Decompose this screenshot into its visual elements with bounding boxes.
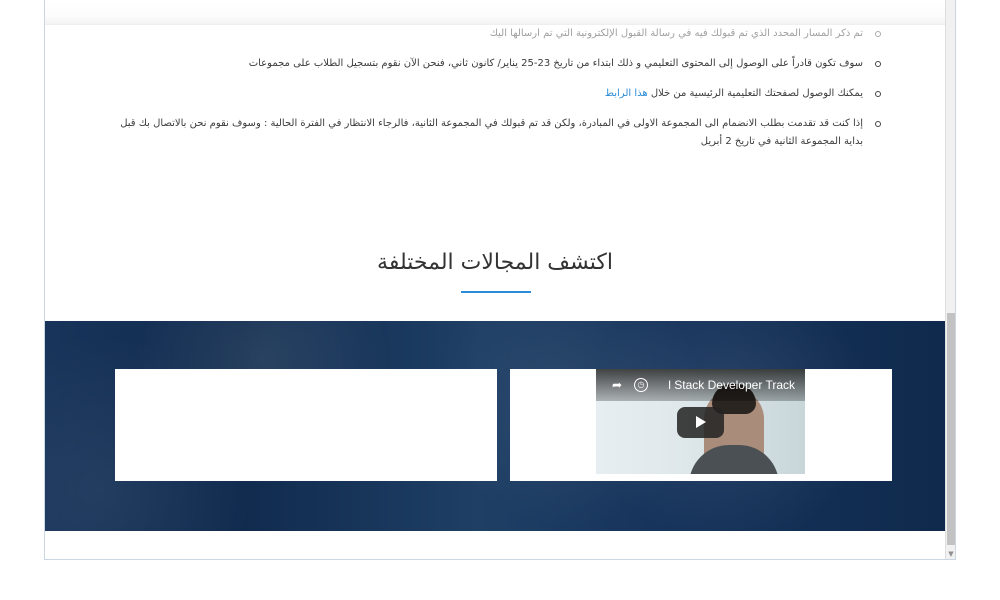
scrollbar[interactable]: ▼ xyxy=(945,0,955,559)
play-button[interactable] xyxy=(677,407,724,438)
circle-bullet-icon xyxy=(875,121,881,127)
featured-band: ➦ ◷ l Stack Developer Track xyxy=(45,321,947,531)
list-item: إذا كنت قد تقدمت بطلب الانضمام الى المجم… xyxy=(101,115,881,151)
main-page-link[interactable]: هذا الرابط xyxy=(605,88,648,99)
info-list: تم ذكر المسار المحدد الذي تم قبولك فيه ف… xyxy=(101,25,881,163)
list-item-text: يمكنك الوصول لصفحتك التعليمية الرئيسية م… xyxy=(647,88,863,99)
empty-card xyxy=(115,369,497,481)
circle-bullet-icon xyxy=(875,91,881,97)
main-content: تم ذكر المسار المحدد الذي تم قبولك فيه ف… xyxy=(45,0,947,559)
list-item: تم ذكر المسار المحدد الذي تم قبولك فيه ف… xyxy=(101,25,881,43)
video-title[interactable]: l Stack Developer Track xyxy=(668,377,795,393)
title-underline xyxy=(461,291,531,293)
video-player[interactable]: ➦ ◷ l Stack Developer Track xyxy=(596,369,805,474)
circle-bullet-icon xyxy=(875,61,881,67)
circle-bullet-icon xyxy=(875,31,881,37)
section-title: اكتشف المجالات المختلفة xyxy=(377,250,613,275)
list-item: يمكنك الوصول لصفحتك التعليمية الرئيسية م… xyxy=(101,85,881,103)
scroll-down-arrow-icon[interactable]: ▼ xyxy=(946,549,955,559)
list-item: سوف تكون قادراً على الوصول إلى المحتوى ا… xyxy=(101,55,881,73)
clock-icon[interactable]: ◷ xyxy=(634,378,648,392)
scroll-thumb[interactable] xyxy=(947,313,955,545)
page-frame: تم ذكر المسار المحدد الذي تم قبولك فيه ف… xyxy=(44,0,956,560)
list-item-text: تم ذكر المسار المحدد الذي تم قبولك فيه ف… xyxy=(489,28,863,39)
list-item-text: سوف تكون قادراً على الوصول إلى المحتوى ا… xyxy=(248,58,863,69)
share-icon[interactable]: ➦ xyxy=(610,378,624,392)
video-card: ➦ ◷ l Stack Developer Track xyxy=(510,369,892,481)
list-item-text: إذا كنت قد تقدمت بطلب الانضمام الى المجم… xyxy=(120,118,863,147)
